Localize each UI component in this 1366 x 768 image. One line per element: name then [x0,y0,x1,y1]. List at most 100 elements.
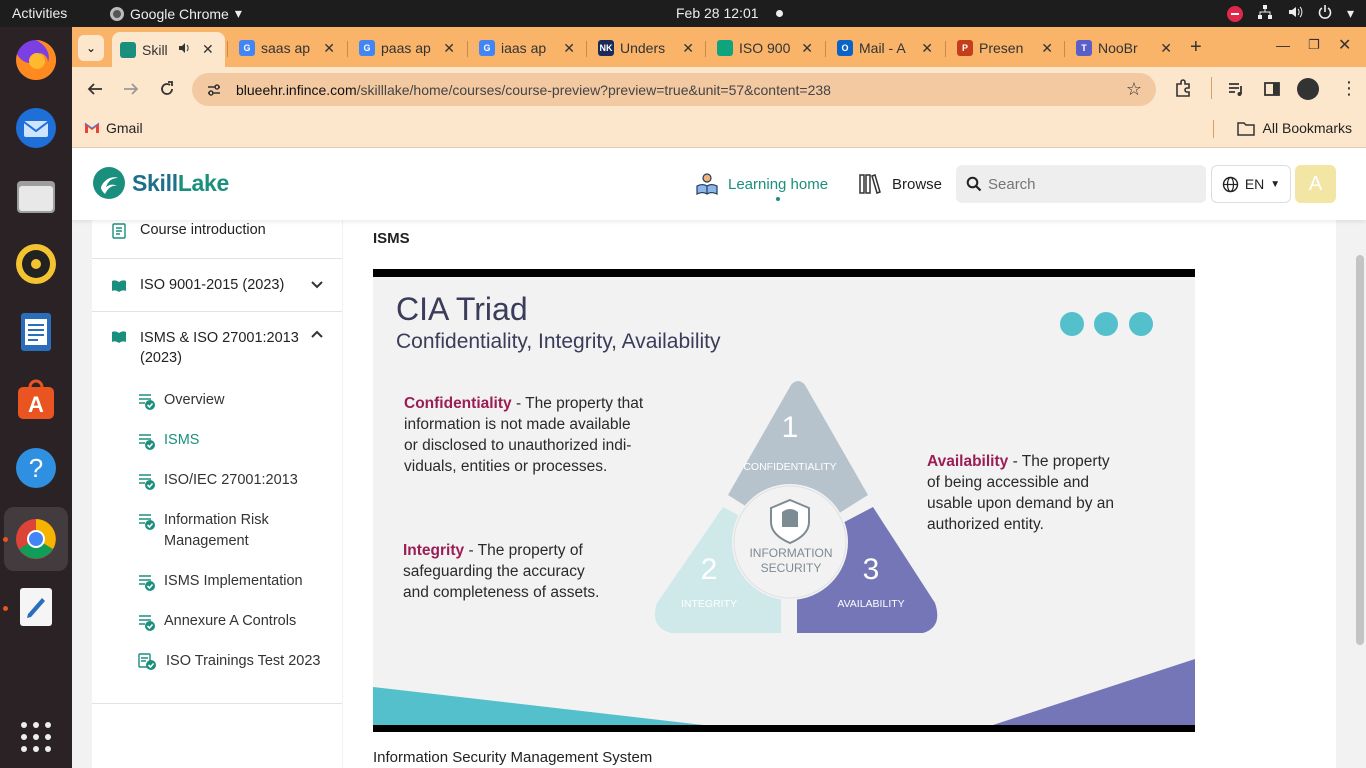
files-icon[interactable] [12,172,60,220]
more-menu-icon[interactable]: ⋮ [1340,78,1358,99]
libreoffice-writer-icon[interactable] [12,308,60,356]
tab-favicon-icon: G [479,40,495,56]
bookmark-gmail[interactable]: Gmail [84,120,143,136]
app-menu[interactable]: Google Chrome ▾ [110,5,242,22]
browser-tab[interactable]: NK Unders ✕ [590,34,702,62]
sidebar-item-iso-iec-27001[interactable]: ISO/IEC 27001:2013 [138,472,298,494]
close-tab-icon[interactable]: ✕ [801,40,813,57]
sidebar-section-isms-iso27001[interactable]: ISMS & ISO 27001:2013 (2023) [92,328,342,368]
text-editor-icon[interactable] [12,583,60,631]
language-selector[interactable]: EN ▼ [1211,165,1291,203]
nav-learning-home[interactable]: Learning home [694,172,829,201]
cia-triad-diagram: 1 CONFIDENTIALITY 2 INTEGRITY 3 AVAILABI… [654,381,938,633]
tab-favicon-icon: G [359,40,375,56]
close-tab-icon[interactable]: ✕ [443,40,455,57]
text-line: - The property of [464,542,583,559]
side-panel-icon[interactable] [1263,80,1281,103]
browser-tab[interactable]: P Presen ✕ [949,34,1061,62]
tab-title: NooBr [1098,40,1138,56]
system-top-bar: Activities Google Chrome ▾ Feb 28 12:01 … [0,0,1366,27]
close-tab-icon[interactable]: ✕ [323,40,335,57]
thunderbird-icon[interactable] [12,104,60,152]
browser-toolbar: blueehr.infince.com/skilllake/home/cours… [72,67,1366,112]
clock[interactable]: Feb 28 12:01 [676,5,759,21]
skilllake-logo-icon [93,167,125,199]
show-apps-icon[interactable] [12,713,60,761]
do-not-disturb-icon [1226,5,1243,22]
logo-text-lake: Lake [177,169,230,196]
chevron-down-icon[interactable] [310,277,324,294]
audio-playing-icon[interactable] [178,41,192,58]
bookmark-star-icon[interactable]: ☆ [1126,79,1142,100]
tab-separator [825,41,826,57]
sidebar-section-iso9001[interactable]: ISO 9001-2015 (2023) [92,277,342,295]
web-page: SkillLake Learning home Browse E [72,148,1366,768]
browser-tab[interactable]: Giaas ap ✕ [471,34,583,62]
minimize-button[interactable]: — [1276,37,1290,53]
integrity-keyword: Integrity [403,542,465,559]
tab-search-button[interactable]: ⌄ [78,35,104,61]
address-bar[interactable]: blueehr.infince.com/skilllake/home/cours… [192,73,1156,106]
browser-tab[interactable]: Skill ✕ [112,32,225,67]
reload-button[interactable] [156,78,178,100]
new-tab-button[interactable]: + [1190,36,1202,59]
slide-viewer[interactable]: CIA Triad Confidentiality, Integrity, Av… [373,269,1195,732]
course-sidebar: Course introduction ISO 9001-2015 (2023)… [92,220,342,768]
reload-icon [161,81,173,95]
browser-tab[interactable]: O Mail - A ✕ [829,34,941,62]
sidebar-item-information-risk-management[interactable]: Information Risk Management [138,512,269,552]
books-icon [859,174,881,194]
browser-tab[interactable]: T NooBr ✕ [1068,34,1180,62]
sidebar-item-annexure-a-controls[interactable]: Annexure A Controls [138,613,296,635]
close-tab-icon[interactable]: ✕ [202,41,214,58]
close-tab-icon[interactable]: ✕ [682,40,694,57]
help-icon[interactable]: ? [12,444,60,492]
forward-button[interactable] [120,78,142,100]
close-tab-icon[interactable]: ✕ [1041,40,1053,57]
skilllake-logo[interactable]: SkillLake [92,166,229,200]
browser-tab[interactable]: Gsaas ap ✕ [231,34,343,62]
sidebar-item-isms[interactable]: ISMS [138,432,199,454]
activities-button[interactable]: Activities [12,5,67,21]
sidebar-item-overview[interactable]: Overview [138,392,224,414]
all-bookmarks-button[interactable]: All Bookmarks [1236,120,1352,136]
close-tab-icon[interactable]: ✕ [563,40,575,57]
user-avatar[interactable]: A [1295,165,1336,203]
close-tab-icon[interactable]: ✕ [1160,40,1172,57]
restore-button[interactable]: ❐ [1308,37,1320,53]
media-controls-icon[interactable] [1227,80,1245,103]
browser-tab[interactable]: ISO 900 ✕ [709,34,821,62]
back-button[interactable] [84,78,106,100]
quiz-check-icon [138,653,158,675]
firefox-icon[interactable] [12,36,60,84]
running-indicator [3,537,8,542]
page-scrollbar[interactable] [1354,220,1366,768]
browser-tab[interactable]: Gpaas ap ✕ [351,34,463,62]
sidebar-item-iso-trainings-test[interactable]: ISO Trainings Test 2023 [138,653,321,675]
nav-browse[interactable]: Browse [858,172,942,196]
site-search[interactable] [956,165,1206,203]
text-line: usable upon demand by an [927,495,1115,512]
profile-avatar[interactable] [1297,78,1319,100]
document-icon [112,223,126,239]
sidebar-course-introduction[interactable]: Course introduction [92,222,342,240]
completed-check-icon [138,512,156,534]
url-path: /skilllake/home/courses/course-preview?p… [356,81,831,98]
completed-check-icon [138,613,156,635]
tab-separator [1064,41,1065,57]
system-tray[interactable]: ▾ [1226,4,1354,23]
sidebar-item-label: Annexure A Controls [164,613,297,629]
chevron-up-icon[interactable] [310,328,324,345]
close-tab-icon[interactable]: ✕ [921,40,933,57]
close-window-button[interactable]: ✕ [1338,35,1351,55]
extensions-icon[interactable] [1174,79,1192,102]
book-open-icon [112,280,126,292]
site-info-icon[interactable] [206,82,222,98]
sidebar-item-isms-implementation[interactable]: ISMS Implementation [138,573,303,595]
chrome-icon[interactable] [4,507,68,571]
scrollbar-thumb[interactable] [1356,255,1364,645]
search-input[interactable] [988,175,1188,193]
nav-learning-home-label: Learning home [728,175,829,193]
rhythmbox-icon[interactable] [12,240,60,288]
app-center-icon[interactable]: A [12,376,60,424]
